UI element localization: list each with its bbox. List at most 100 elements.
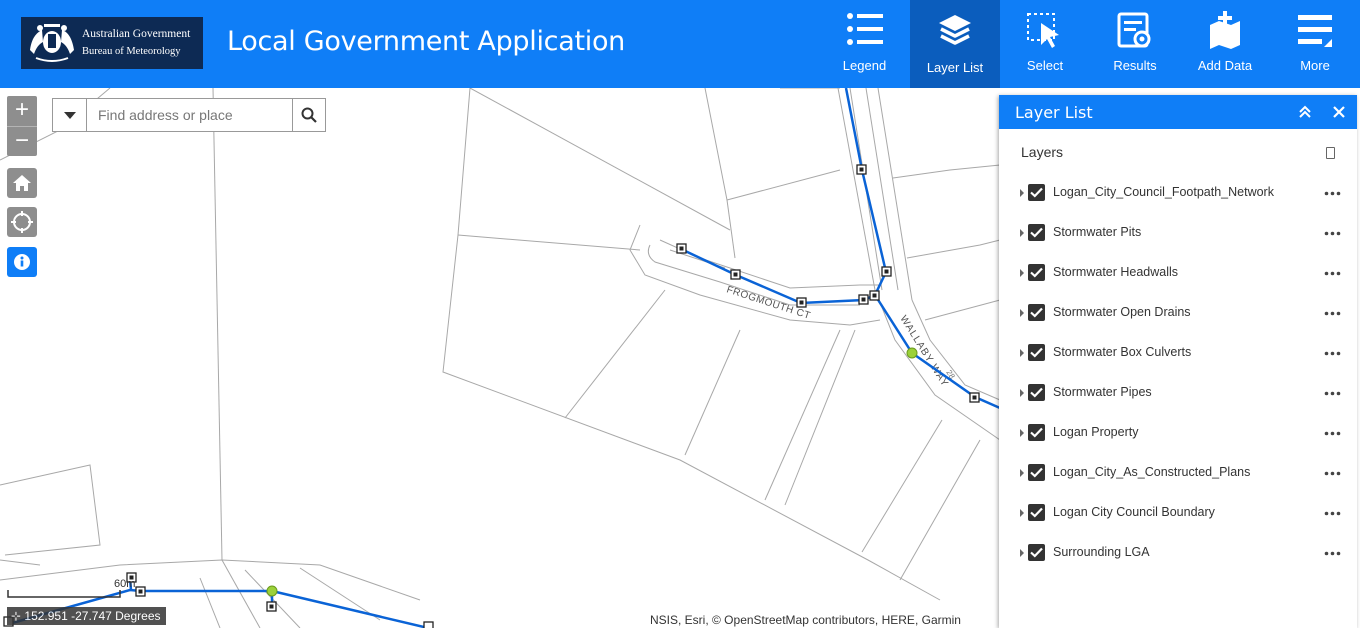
checkmark-icon bbox=[1030, 347, 1043, 358]
layer-row[interactable]: Stormwater Headwalls bbox=[999, 255, 1357, 295]
expand-arrow-icon[interactable] bbox=[1020, 429, 1024, 437]
expand-arrow-icon[interactable] bbox=[1020, 269, 1024, 277]
expand-arrow-icon[interactable] bbox=[1020, 189, 1024, 197]
layer-row[interactable]: Stormwater Box Culverts bbox=[999, 335, 1357, 375]
checkmark-icon bbox=[1030, 547, 1043, 558]
layer-row[interactable]: Stormwater Pits bbox=[999, 215, 1357, 255]
expand-arrow-icon[interactable] bbox=[1020, 229, 1024, 237]
layer-visibility-checkbox[interactable] bbox=[1028, 544, 1045, 561]
more-options-icon[interactable] bbox=[1324, 471, 1341, 476]
add-data-label: Add Data bbox=[1197, 58, 1253, 73]
coat-of-arms-icon bbox=[30, 24, 74, 62]
zoom-in-button[interactable]: + bbox=[7, 96, 37, 126]
layer-visibility-checkbox[interactable] bbox=[1028, 184, 1045, 201]
panel-header: Layer List bbox=[999, 95, 1357, 129]
legend-button[interactable]: Legend bbox=[819, 0, 910, 88]
layer-row[interactable]: Logan Property bbox=[999, 415, 1357, 455]
more-button[interactable]: More bbox=[1270, 0, 1360, 88]
results-button[interactable]: Results bbox=[1090, 0, 1180, 88]
layer-name: Stormwater Open Drains bbox=[1053, 305, 1191, 319]
more-options-icon[interactable] bbox=[1324, 391, 1341, 396]
legend-label: Legend bbox=[842, 58, 887, 73]
layer-name: Stormwater Pipes bbox=[1053, 385, 1152, 399]
search-icon bbox=[301, 107, 317, 123]
layer-name: Logan City Council Boundary bbox=[1053, 505, 1215, 519]
coordinate-text: 152.951 -27.747 Degrees bbox=[24, 609, 161, 623]
layer-visibility-checkbox[interactable] bbox=[1028, 264, 1045, 281]
collapse-icon[interactable] bbox=[1297, 104, 1313, 120]
info-icon bbox=[14, 254, 30, 270]
layer-visibility-checkbox[interactable] bbox=[1028, 344, 1045, 361]
map-attribution: NSIS, Esri, © OpenStreetMap contributors… bbox=[650, 613, 961, 627]
checkmark-icon bbox=[1030, 227, 1043, 238]
my-location-button[interactable] bbox=[7, 207, 37, 237]
add-data-icon bbox=[1210, 11, 1240, 49]
home-button[interactable] bbox=[7, 168, 37, 198]
layers-section-label: Layers bbox=[1021, 144, 1064, 160]
search-input[interactable] bbox=[87, 99, 292, 131]
layer-visibility-checkbox[interactable] bbox=[1028, 424, 1045, 441]
home-icon bbox=[13, 175, 31, 191]
logo-line-2: Bureau of Meteorology bbox=[82, 46, 181, 57]
checkmark-icon bbox=[1030, 307, 1043, 318]
more-options-icon[interactable] bbox=[1324, 311, 1341, 316]
app-header: Australian Government Bureau of Meteorol… bbox=[0, 0, 1360, 88]
layers-options-icon[interactable] bbox=[1326, 147, 1335, 159]
info-button[interactable] bbox=[7, 247, 37, 277]
more-options-icon[interactable] bbox=[1324, 551, 1341, 556]
more-options-icon[interactable] bbox=[1324, 191, 1341, 196]
search-button[interactable] bbox=[292, 99, 325, 131]
layer-visibility-checkbox[interactable] bbox=[1028, 504, 1045, 521]
layer-row[interactable]: Stormwater Open Drains bbox=[999, 295, 1357, 335]
layer-name: Stormwater Pits bbox=[1053, 225, 1142, 239]
layers-icon bbox=[939, 15, 971, 45]
layer-name: Surrounding LGA bbox=[1053, 545, 1150, 559]
zoom-out-button[interactable]: − bbox=[7, 126, 37, 156]
expand-arrow-icon[interactable] bbox=[1020, 549, 1024, 557]
layer-row[interactable]: Logan_City_Council_Footpath_Network bbox=[999, 175, 1357, 215]
expand-arrow-icon[interactable] bbox=[1020, 469, 1024, 477]
layer-row[interactable]: Surrounding LGA bbox=[999, 535, 1357, 575]
layer-list-button[interactable]: Layer List bbox=[910, 0, 1000, 88]
close-icon[interactable] bbox=[1331, 104, 1347, 120]
scale-bar-label: 60m bbox=[114, 578, 136, 590]
expand-arrow-icon[interactable] bbox=[1020, 389, 1024, 397]
layer-row[interactable]: Stormwater Pipes bbox=[999, 375, 1357, 415]
zoom-controls: + − bbox=[7, 96, 37, 156]
results-icon bbox=[1117, 12, 1151, 48]
more-options-icon[interactable] bbox=[1324, 231, 1341, 236]
expand-arrow-icon[interactable] bbox=[1020, 509, 1024, 517]
more-options-icon[interactable] bbox=[1324, 511, 1341, 516]
chevron-down-icon bbox=[63, 111, 76, 119]
select-label: Select bbox=[1026, 58, 1064, 73]
layer-row[interactable]: Logan_City_As_Constructed_Plans bbox=[999, 455, 1357, 495]
layer-name: Logan_City_As_Constructed_Plans bbox=[1053, 465, 1251, 479]
locate-icon bbox=[11, 211, 33, 233]
header-toolbar: Legend Layer List Select Results Add Dat… bbox=[819, 0, 1360, 88]
expand-arrow-icon[interactable] bbox=[1020, 349, 1024, 357]
layer-visibility-checkbox[interactable] bbox=[1028, 384, 1045, 401]
expand-arrow-icon[interactable] bbox=[1020, 309, 1024, 317]
layer-visibility-checkbox[interactable] bbox=[1028, 464, 1045, 481]
layer-list-panel: Layer List Layers Logan_City_Council_Foo… bbox=[999, 95, 1357, 628]
more-options-icon[interactable] bbox=[1324, 351, 1341, 356]
layer-visibility-checkbox[interactable] bbox=[1028, 224, 1045, 241]
layer-name: Stormwater Headwalls bbox=[1053, 265, 1179, 279]
layer-row[interactable]: Logan City Council Boundary bbox=[999, 495, 1357, 535]
select-button[interactable]: Select bbox=[1000, 0, 1090, 88]
checkmark-icon bbox=[1030, 427, 1043, 438]
street-label-wallaby: WALLABY WAY bbox=[897, 314, 950, 389]
layer-list-label: Layer List bbox=[926, 60, 984, 75]
more-label: More bbox=[1300, 58, 1330, 73]
layer-name: Stormwater Box Culverts bbox=[1053, 345, 1192, 359]
search-source-dropdown[interactable] bbox=[53, 99, 87, 131]
checkmark-icon bbox=[1030, 387, 1043, 398]
logo-line-1: Australian Government bbox=[82, 28, 191, 40]
layer-visibility-checkbox[interactable] bbox=[1028, 304, 1045, 321]
logo-text: Australian Government Bureau of Meteorol… bbox=[82, 26, 190, 60]
more-options-icon[interactable] bbox=[1324, 271, 1341, 276]
add-data-button[interactable]: Add Data bbox=[1180, 0, 1270, 88]
coordinate-readout[interactable]: ⊹ 152.951 -27.747 Degrees bbox=[7, 607, 166, 625]
select-icon bbox=[1027, 13, 1059, 48]
more-options-icon[interactable] bbox=[1324, 431, 1341, 436]
